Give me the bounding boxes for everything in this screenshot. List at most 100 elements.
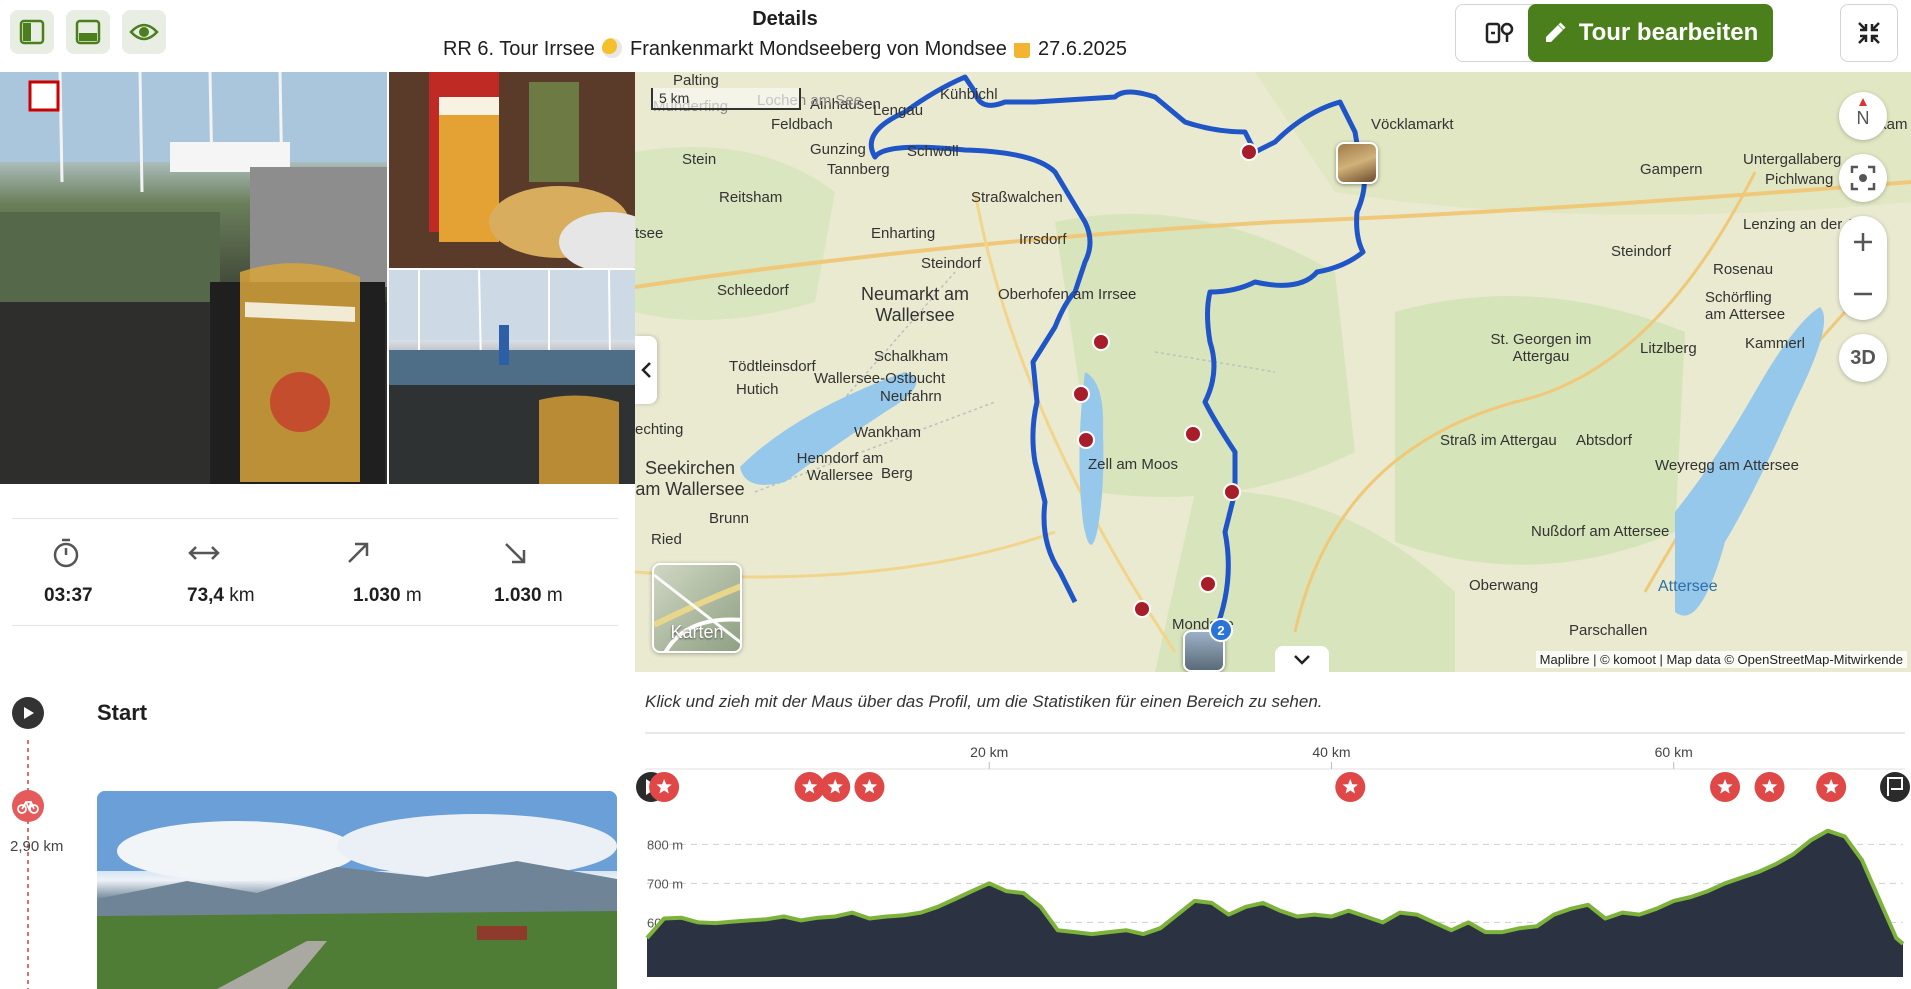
pencil-icon bbox=[1545, 22, 1566, 42]
distance-unit: km bbox=[229, 585, 255, 606]
route-map[interactable]: Palting Kühbichl Feldbach Lengau Gunzing… bbox=[635, 72, 1911, 672]
place-label: Parschallen bbox=[1569, 622, 1648, 639]
compass-label: N bbox=[1857, 108, 1870, 128]
beer-emoji-icon bbox=[1014, 38, 1031, 58]
gallery-photo-harbor[interactable] bbox=[389, 270, 635, 484]
zoom-out-button[interactable] bbox=[1839, 268, 1887, 320]
map-controls: N 3D bbox=[1839, 92, 1891, 396]
map-photo-pin[interactable] bbox=[1336, 142, 1378, 184]
bike-icon bbox=[12, 790, 44, 822]
sun-cloud-emoji-icon bbox=[602, 38, 623, 58]
split-view-button[interactable] bbox=[10, 10, 54, 54]
chevron-down-icon bbox=[1294, 655, 1310, 665]
edit-tour-label: Tour bearbeiten bbox=[1578, 19, 1759, 46]
timeline-start[interactable]: Start bbox=[0, 692, 635, 736]
place-label: echting bbox=[635, 421, 684, 438]
tour-name: RR 6. Tour Irrsee Frankenmarkt Mondseebe… bbox=[400, 36, 1170, 62]
x-tick-label: 40 km bbox=[1312, 744, 1350, 760]
place-label: Berg bbox=[881, 465, 913, 482]
place-label: Straß im Attergau bbox=[1440, 432, 1557, 449]
compass-icon: N bbox=[1857, 98, 1870, 128]
place-label: Steindorf bbox=[921, 255, 982, 272]
y-tick-label: 700 m bbox=[647, 876, 683, 891]
photo-cluster-badge[interactable]: 2 bbox=[1209, 618, 1233, 642]
elevation-chart[interactable]: 20 km40 km60 km 500 m600 m700 m800 m bbox=[635, 672, 1911, 989]
expand-map-button[interactable] bbox=[1275, 646, 1329, 672]
place-label: Gunzing bbox=[810, 141, 866, 158]
timeline-dashed-line bbox=[27, 740, 29, 989]
place-label: Tannberg bbox=[827, 161, 890, 178]
stat-duration: 03:37 bbox=[44, 537, 192, 607]
place-label: Pichlwang bbox=[1765, 171, 1834, 188]
place-label: Neufahrn bbox=[880, 388, 942, 405]
place-label: Henndorf am Wallersee bbox=[796, 450, 884, 484]
place-label: Ried bbox=[651, 531, 682, 548]
collapse-fullscreen-button[interactable] bbox=[1840, 4, 1898, 62]
waypoint-photo-landscape[interactable] bbox=[97, 791, 617, 989]
place-label: Irrsdorf bbox=[1019, 231, 1067, 248]
place-label: Zell am Moos bbox=[1088, 456, 1179, 473]
top-bar: Details RR 6. Tour Irrsee Frankenmarkt M… bbox=[0, 0, 1911, 72]
zoom-controls bbox=[1839, 216, 1887, 320]
y-tick-label: 800 m bbox=[647, 837, 683, 852]
compass-button[interactable]: N bbox=[1839, 92, 1887, 140]
place-label: Tödtleinsdorf bbox=[729, 358, 816, 375]
uphill-value: 1.030 bbox=[353, 585, 401, 606]
place-label: Stein bbox=[682, 151, 717, 168]
profile-finish-marker[interactable] bbox=[1880, 772, 1910, 802]
place-label: Nußdorf am Attersee bbox=[1531, 523, 1670, 540]
zoom-in-button[interactable] bbox=[1839, 216, 1887, 268]
photo-gallery[interactable] bbox=[0, 72, 635, 484]
downhill-value: 1.030 bbox=[494, 585, 542, 606]
elevation-area bbox=[647, 830, 1903, 977]
place-label: Reitsham bbox=[719, 189, 783, 206]
bottom-panel-view-button[interactable] bbox=[66, 10, 110, 54]
sidebar-layout-icon bbox=[19, 19, 45, 45]
3d-toggle-button[interactable]: 3D bbox=[1839, 334, 1887, 382]
place-label: Vöcklamarkt bbox=[1371, 116, 1454, 133]
map-layers-label: Karten bbox=[670, 622, 724, 642]
tour-name-part1: RR 6. Tour Irrsee bbox=[442, 38, 595, 60]
bottom-panel-layout-icon bbox=[75, 19, 101, 45]
downhill-arrow-icon bbox=[505, 543, 526, 564]
locate-button[interactable] bbox=[1839, 154, 1887, 202]
place-label: Litzlberg bbox=[1640, 340, 1697, 357]
title-area: Details RR 6. Tour Irrsee Frankenmarkt M… bbox=[400, 8, 1170, 62]
collapse-arrows-icon bbox=[1858, 22, 1880, 44]
gallery-photo-bikes-beer[interactable] bbox=[0, 72, 387, 484]
place-label: Gampern bbox=[1640, 161, 1703, 178]
chevron-left-icon bbox=[641, 362, 651, 378]
place-label: Abtsdorf bbox=[1576, 432, 1632, 449]
edit-tour-button[interactable]: Tour bearbeiten bbox=[1528, 4, 1773, 62]
place-label: Weyregg am Attersee bbox=[1655, 457, 1799, 474]
map-layers-button[interactable]: Karten bbox=[652, 563, 742, 653]
tour-date: 27.6.2025 bbox=[1038, 38, 1127, 60]
map-scale-bar: 5 km bbox=[651, 88, 801, 110]
place-label: Hutich bbox=[736, 381, 779, 398]
tour-details-panel: 03:37 73,4 km 1.030 m 1.030 m Start 2,90… bbox=[0, 72, 635, 989]
tour-stats: 03:37 73,4 km 1.030 m 1.030 m bbox=[12, 518, 618, 626]
collapse-panel-button[interactable] bbox=[635, 336, 657, 404]
place-label: tsee bbox=[635, 225, 664, 242]
place-label: St. Georgen im Attergau bbox=[1490, 331, 1592, 365]
place-label: Oberhofen am Irrsee bbox=[998, 286, 1137, 303]
gallery-photo-beer-bread[interactable] bbox=[389, 72, 635, 268]
minus-icon bbox=[1854, 292, 1872, 296]
place-label: Schleedorf bbox=[717, 282, 789, 299]
plus-icon bbox=[1854, 233, 1872, 251]
place-label: Rosenau bbox=[1713, 261, 1774, 278]
stopwatch-icon bbox=[53, 538, 79, 568]
map-attribution[interactable]: Maplibre | © komoot | Map data © OpenStr… bbox=[1535, 651, 1907, 668]
place-label-major: Seekirchen am Wallersee bbox=[635, 458, 745, 499]
page-title: Details bbox=[752, 8, 818, 30]
x-tick-label: 20 km bbox=[970, 744, 1008, 760]
uphill-arrow-icon bbox=[348, 542, 369, 563]
place-label: Palting bbox=[673, 72, 719, 89]
map-only-view-button[interactable] bbox=[122, 10, 166, 54]
start-label: Start bbox=[97, 700, 148, 725]
place-label: Straßwalchen bbox=[971, 189, 1063, 206]
elevation-profile[interactable]: Klick und zieh mit der Maus über das Pro… bbox=[635, 672, 1911, 989]
lake-label: Attersee bbox=[1658, 578, 1718, 595]
play-icon bbox=[12, 697, 44, 729]
route-tool-icon bbox=[1485, 22, 1514, 44]
